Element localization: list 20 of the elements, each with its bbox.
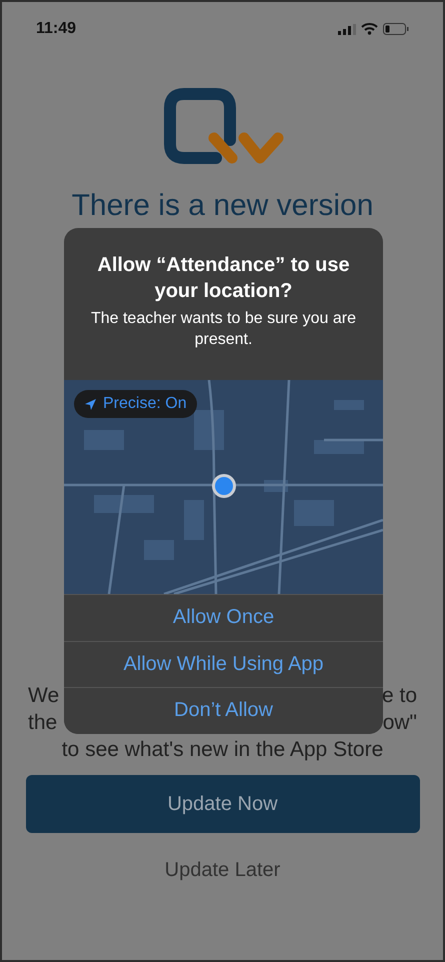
message-text: to see what's new in the App Store — [62, 737, 384, 763]
alert-action-button[interactable]: Don’t Allow — [64, 687, 383, 734]
current-location-icon — [211, 473, 237, 499]
update-later-button[interactable]: Update Later — [160, 855, 284, 886]
battery-icon — [383, 23, 409, 35]
update-now-button[interactable]: Update Now — [26, 775, 420, 833]
precise-label: Precise: On — [103, 395, 187, 413]
alert-title: Allow “Attendance” to use your location? — [96, 253, 351, 304]
wifi-icon — [361, 23, 378, 35]
alert-message: The teacher wants to be sure you are present. — [90, 309, 358, 350]
location-arrow-icon — [84, 398, 97, 410]
logo-icon — [164, 88, 286, 166]
message-text: We — [28, 683, 60, 709]
update-title: There is a new version — [72, 190, 374, 222]
message-text: the — [28, 710, 58, 736]
message-text: e to — [382, 683, 417, 709]
status-time: 11:49 — [36, 20, 76, 38]
signal-icon — [338, 24, 356, 34]
message-text: ow" — [382, 710, 417, 736]
precise-location-toggle[interactable]: Precise: On — [74, 390, 197, 418]
